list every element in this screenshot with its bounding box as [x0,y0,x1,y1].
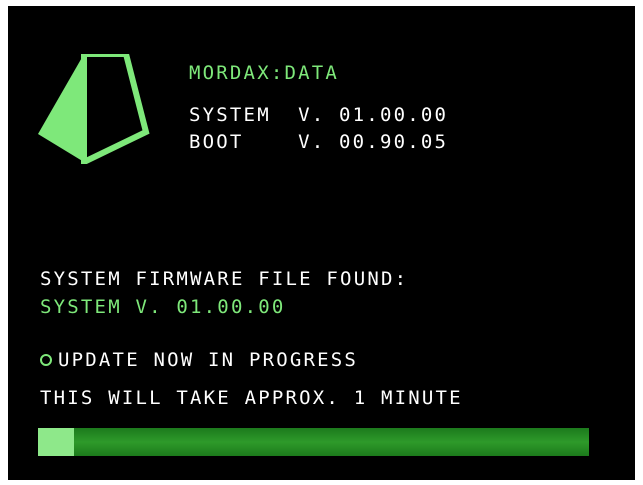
duration-text: THIS WILL TAKE APPROX. 1 MINUTE [40,387,463,409]
progress-bar-fill [38,428,74,456]
firmware-found-value: SYSTEM V. 01.00.00 [40,296,286,318]
progress-status-text: UPDATE NOW IN PROGRESS [58,349,359,371]
prism-logo-icon [38,54,150,164]
system-version: SYSTEM V. 01.00.00 [189,104,449,126]
boot-version: BOOT V. 00.90.05 [189,131,449,153]
progress-bar [38,428,589,456]
circle-bullet-icon [40,354,52,366]
brand-title: MORDAX:DATA [189,62,340,84]
firmware-found-label: SYSTEM FIRMWARE FILE FOUND: [40,268,409,290]
device-screen: MORDAX:DATA SYSTEM V. 01.00.00 BOOT V. 0… [8,6,635,480]
